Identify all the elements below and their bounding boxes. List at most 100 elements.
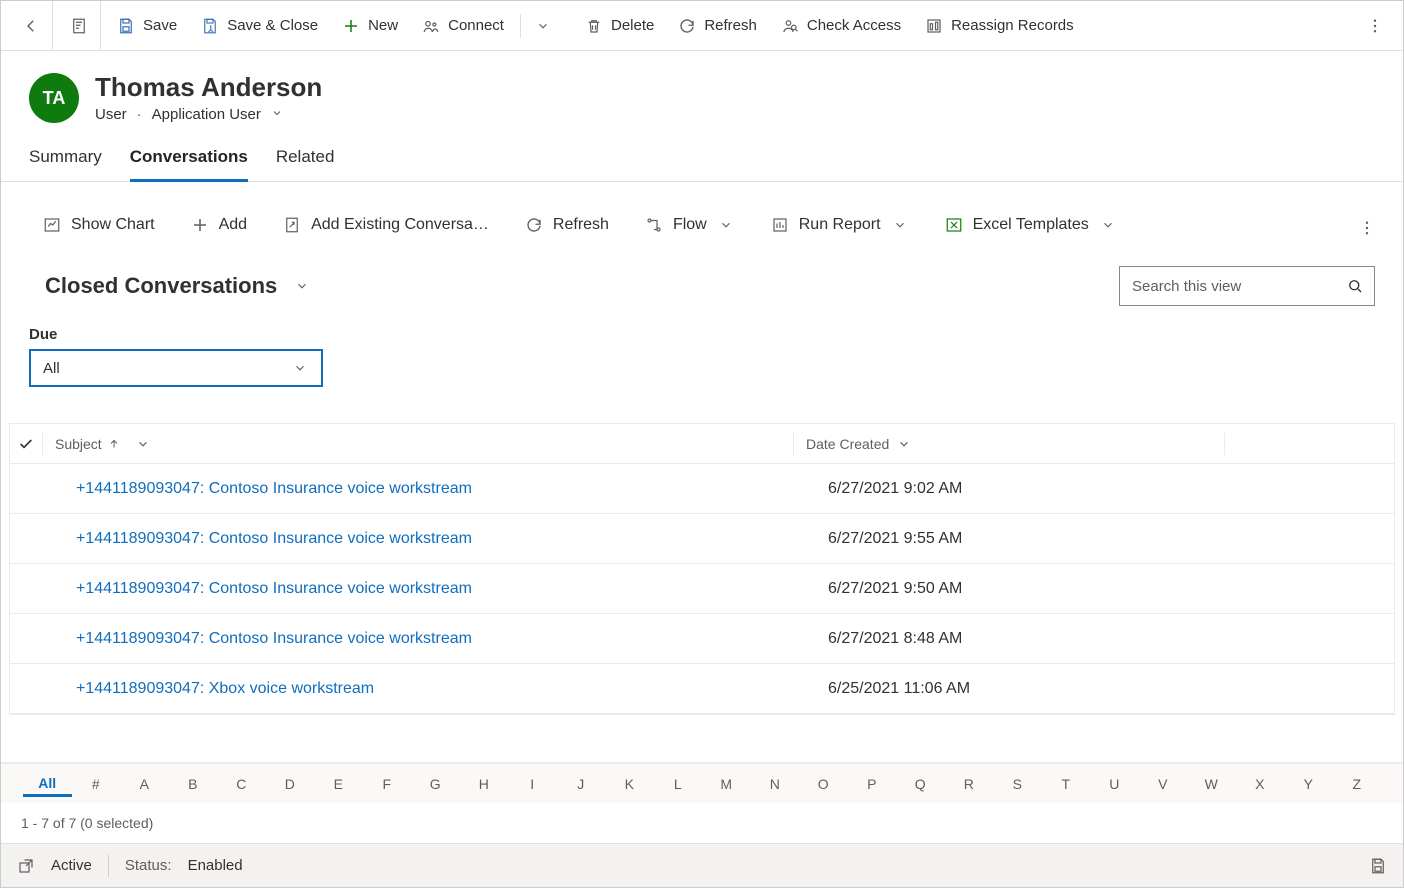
letter-filter[interactable]: V: [1139, 776, 1188, 792]
table-row[interactable]: +1441189093047: Contoso Insurance voice …: [10, 514, 1394, 564]
form-selector-button[interactable]: [57, 1, 101, 51]
save-icon[interactable]: [1369, 857, 1387, 875]
tab-conversations[interactable]: Conversations: [130, 147, 248, 182]
column-subject-label: Subject: [55, 436, 102, 452]
due-dropdown[interactable]: All: [29, 349, 323, 387]
letter-filter[interactable]: X: [1236, 776, 1285, 792]
letter-filter[interactable]: O: [799, 776, 848, 792]
record-header: TA Thomas Anderson User · Application Us…: [1, 51, 1403, 131]
chart-icon: [43, 216, 61, 234]
letter-filter[interactable]: F: [363, 776, 412, 792]
add-existing-button[interactable]: Add Existing Conversa…: [277, 210, 495, 240]
tab-related[interactable]: Related: [276, 147, 335, 181]
reassign-button[interactable]: Reassign Records: [913, 11, 1086, 41]
letter-filter[interactable]: #: [72, 776, 121, 792]
add-button[interactable]: Add: [185, 210, 253, 240]
delete-label: Delete: [611, 17, 654, 34]
popout-icon[interactable]: [17, 857, 35, 875]
letter-filter[interactable]: D: [266, 776, 315, 792]
refresh-button[interactable]: Refresh: [666, 11, 769, 41]
row-subject-link[interactable]: +1441189093047: Contoso Insurance voice …: [48, 530, 828, 548]
letter-filter[interactable]: W: [1187, 776, 1236, 792]
row-date: 6/27/2021 9:50 AM: [828, 580, 1258, 598]
letter-filter[interactable]: B: [169, 776, 218, 792]
connect-split-button[interactable]: [525, 1, 561, 51]
table-row[interactable]: +1441189093047: Contoso Insurance voice …: [10, 564, 1394, 614]
search-box[interactable]: [1119, 266, 1375, 306]
view-title[interactable]: Closed Conversations: [45, 273, 311, 299]
record-title: Thomas Anderson: [95, 73, 322, 102]
letter-filter[interactable]: M: [702, 776, 751, 792]
connect-button[interactable]: Connect: [410, 11, 516, 41]
letter-filter[interactable]: I: [508, 776, 557, 792]
data-grid: Subject Date Created: [9, 423, 1395, 715]
record-subtitle: User · Application User: [95, 106, 322, 123]
check-access-button[interactable]: Check Access: [769, 11, 913, 41]
row-subject-link[interactable]: +1441189093047: Contoso Insurance voice …: [48, 630, 828, 648]
due-value: All: [43, 360, 60, 377]
dot-separator: ·: [137, 106, 142, 123]
list-overflow-button[interactable]: [1349, 212, 1385, 244]
letter-filter[interactable]: C: [217, 776, 266, 792]
tab-summary[interactable]: Summary: [29, 147, 102, 181]
run-report-button[interactable]: Run Report: [765, 210, 915, 240]
save-close-icon: [201, 17, 219, 35]
due-label: Due: [29, 326, 1395, 343]
chevron-down-icon: [717, 216, 735, 234]
delete-button[interactable]: Delete: [573, 11, 666, 41]
excel-templates-button[interactable]: Excel Templates: [939, 210, 1123, 240]
letter-filter[interactable]: Y: [1284, 776, 1333, 792]
letter-filter[interactable]: S: [993, 776, 1042, 792]
letter-filter[interactable]: P: [848, 776, 897, 792]
column-subject[interactable]: Subject: [43, 435, 793, 453]
letter-filter[interactable]: A: [120, 776, 169, 792]
reassign-icon: [925, 17, 943, 35]
select-all-checkbox[interactable]: [10, 436, 42, 452]
chevron-down-icon: [891, 216, 909, 234]
record-type: User: [95, 106, 127, 123]
column-date-label: Date Created: [806, 436, 889, 452]
row-subject-link[interactable]: +1441189093047: Contoso Insurance voice …: [48, 480, 828, 498]
table-row[interactable]: +1441189093047: Contoso Insurance voice …: [10, 614, 1394, 664]
letter-filter[interactable]: Q: [896, 776, 945, 792]
command-overflow-button[interactable]: [1355, 1, 1395, 51]
letter-filter[interactable]: L: [654, 776, 703, 792]
search-input[interactable]: [1130, 277, 1346, 296]
letter-filter[interactable]: R: [945, 776, 994, 792]
more-vertical-icon: [1358, 219, 1376, 237]
letter-filter[interactable]: H: [460, 776, 509, 792]
list-command-bar: Show Chart Add Add Existing Conversa… Re…: [29, 182, 1395, 250]
save-button[interactable]: Save: [105, 11, 189, 41]
separator: [1224, 433, 1225, 455]
excel-templates-label: Excel Templates: [973, 216, 1089, 234]
table-row[interactable]: +1441189093047: Xbox voice workstream 6/…: [10, 664, 1394, 714]
chevron-down-icon: [293, 277, 311, 295]
avatar: TA: [29, 73, 79, 123]
new-button[interactable]: New: [330, 11, 410, 41]
save-close-button[interactable]: Save & Close: [189, 11, 330, 41]
record-state: Active: [51, 857, 92, 874]
row-subject-link[interactable]: +1441189093047: Xbox voice workstream: [48, 680, 828, 698]
letter-filter[interactable]: N: [751, 776, 800, 792]
row-subject-link[interactable]: +1441189093047: Contoso Insurance voice …: [48, 580, 828, 598]
column-date-created[interactable]: Date Created: [794, 435, 1224, 453]
show-chart-button[interactable]: Show Chart: [37, 210, 161, 240]
letter-filter[interactable]: All: [23, 775, 72, 797]
save-icon: [117, 17, 135, 35]
add-existing-icon: [283, 216, 301, 234]
list-refresh-button[interactable]: Refresh: [519, 210, 615, 240]
role-dropdown-button[interactable]: [271, 106, 283, 123]
letter-filter[interactable]: T: [1042, 776, 1091, 792]
refresh-icon: [525, 216, 543, 234]
letter-filter[interactable]: E: [314, 776, 363, 792]
letters-pager-area: All#ABCDEFGHIJKLMNOPQRSTUVWXYZ 1 - 7 of …: [1, 762, 1403, 843]
reassign-label: Reassign Records: [951, 17, 1074, 34]
letter-filter[interactable]: U: [1090, 776, 1139, 792]
table-row[interactable]: +1441189093047: Contoso Insurance voice …: [10, 464, 1394, 514]
letter-filter[interactable]: K: [605, 776, 654, 792]
letter-filter[interactable]: J: [557, 776, 606, 792]
back-button[interactable]: [9, 1, 53, 51]
letter-filter[interactable]: Z: [1333, 776, 1382, 792]
flow-button[interactable]: Flow: [639, 210, 741, 240]
letter-filter[interactable]: G: [411, 776, 460, 792]
